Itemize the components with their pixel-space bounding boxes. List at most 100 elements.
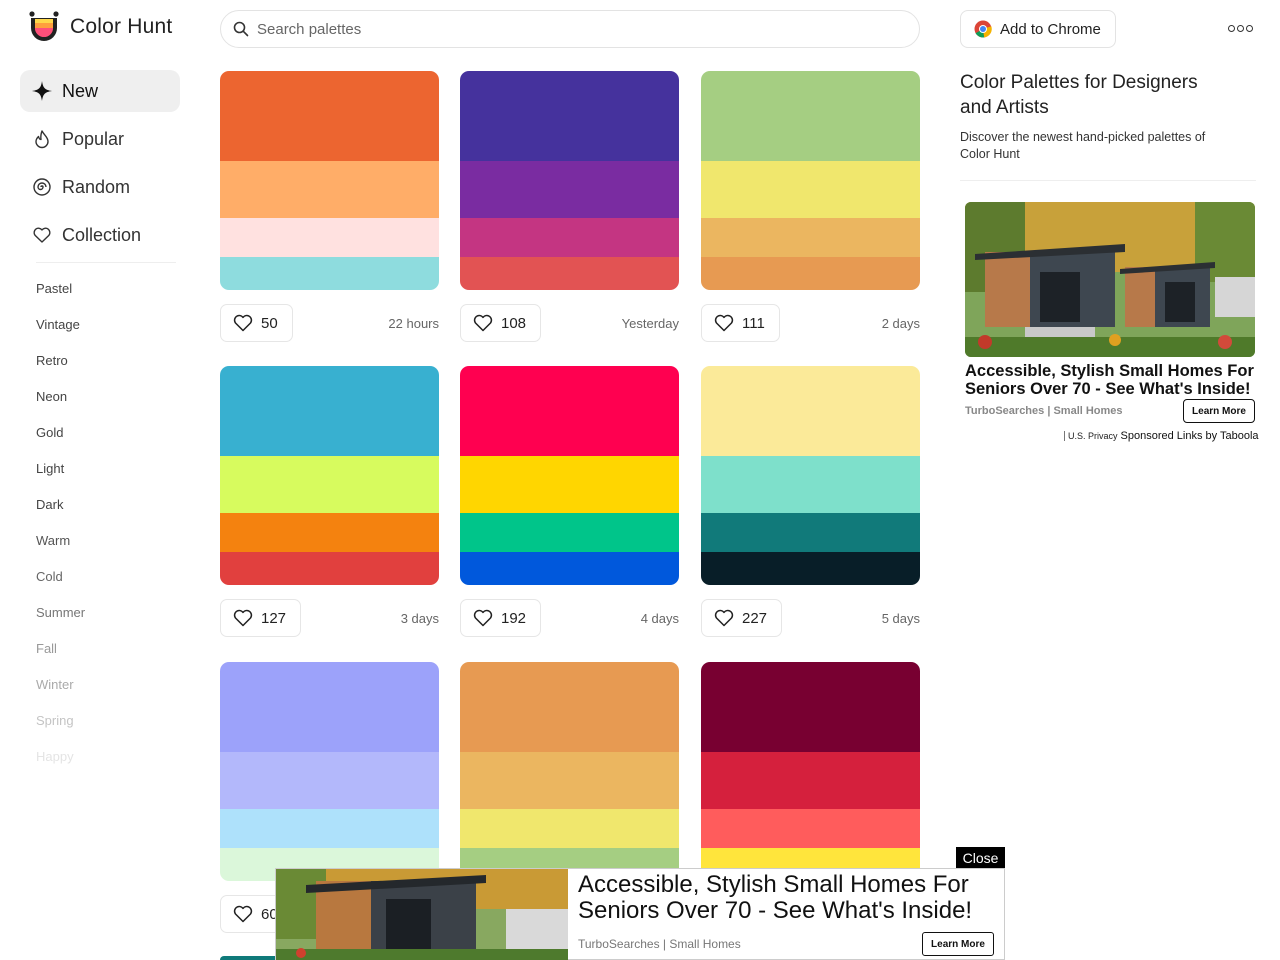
tag-gold[interactable]: Gold bbox=[36, 424, 156, 460]
sidebar-nav: New Popular Random Collection bbox=[20, 70, 180, 262]
nav-item-label: Popular bbox=[62, 128, 125, 149]
tag-vintage[interactable]: Vintage bbox=[36, 316, 156, 352]
color-band[interactable] bbox=[220, 218, 439, 257]
color-band[interactable] bbox=[220, 752, 439, 809]
nav-item-popular[interactable]: Popular bbox=[20, 118, 180, 160]
color-band[interactable] bbox=[701, 456, 920, 513]
sponsored-ad-card: Accessible, Stylish Small Homes For Seni… bbox=[965, 202, 1255, 423]
search-input[interactable] bbox=[257, 20, 877, 38]
tag-dark[interactable]: Dark bbox=[36, 496, 156, 532]
color-band[interactable] bbox=[460, 161, 679, 218]
sponsored-links-label[interactable]: Sponsored Links by Taboola bbox=[1121, 430, 1259, 442]
palette-swatch[interactable] bbox=[220, 662, 439, 881]
color-band[interactable] bbox=[460, 366, 679, 456]
nav-item-collection[interactable]: Collection bbox=[20, 214, 180, 256]
palette-card: 108 Yesterday bbox=[460, 71, 679, 342]
palette-swatch[interactable] bbox=[220, 71, 439, 290]
color-band[interactable] bbox=[220, 257, 439, 290]
sticky-ad-headline[interactable]: Accessible, Stylish Small Homes For Seni… bbox=[578, 872, 998, 924]
color-band[interactable] bbox=[701, 513, 920, 552]
nav-divider bbox=[36, 262, 176, 263]
color-band[interactable] bbox=[701, 257, 920, 290]
color-band[interactable] bbox=[701, 366, 920, 456]
color-band[interactable] bbox=[220, 161, 439, 218]
color-band[interactable] bbox=[220, 71, 439, 161]
ad-headline[interactable]: Accessible, Stylish Small Homes For Seni… bbox=[965, 362, 1255, 398]
like-count: 227 bbox=[742, 609, 768, 627]
nav-item-label: Random bbox=[62, 176, 131, 197]
like-button[interactable]: 108 bbox=[460, 304, 542, 342]
tag-light[interactable]: Light bbox=[36, 460, 156, 496]
color-band[interactable] bbox=[460, 456, 679, 513]
heart-icon bbox=[233, 314, 253, 332]
color-band[interactable] bbox=[701, 218, 920, 257]
nav-item-random[interactable]: Random bbox=[20, 166, 180, 208]
like-button[interactable]: 192 bbox=[460, 599, 542, 637]
us-privacy-link[interactable]: U.S. Privacy bbox=[1064, 431, 1118, 441]
like-count: 108 bbox=[501, 314, 527, 332]
tag-happy[interactable]: Happy bbox=[36, 748, 156, 784]
color-band[interactable] bbox=[460, 752, 679, 809]
tag-spring[interactable]: Spring bbox=[36, 712, 156, 748]
palette-swatch[interactable] bbox=[701, 366, 920, 585]
logo[interactable]: Color Hunt bbox=[28, 10, 172, 44]
color-band[interactable] bbox=[220, 809, 439, 848]
like-button[interactable]: 227 bbox=[701, 599, 783, 637]
sticky-learn-more-button[interactable]: Learn More bbox=[922, 932, 994, 956]
color-band[interactable] bbox=[701, 662, 920, 752]
heart-icon bbox=[233, 609, 253, 627]
color-band[interactable] bbox=[460, 662, 679, 752]
color-band[interactable] bbox=[220, 662, 439, 752]
color-band[interactable] bbox=[220, 552, 439, 585]
palette-swatch[interactable] bbox=[701, 71, 920, 290]
color-band[interactable] bbox=[460, 257, 679, 290]
palette-swatch[interactable] bbox=[701, 662, 920, 881]
tag-winter[interactable]: Winter bbox=[36, 676, 156, 712]
color-band[interactable] bbox=[460, 71, 679, 161]
tag-retro[interactable]: Retro bbox=[36, 352, 156, 388]
color-band[interactable] bbox=[460, 513, 679, 552]
tag-summer[interactable]: Summer bbox=[36, 604, 156, 640]
color-band[interactable] bbox=[701, 809, 920, 848]
heart-icon bbox=[233, 905, 253, 923]
color-band[interactable] bbox=[460, 552, 679, 585]
ad-footer: U.S. Privacy Sponsored Links by Taboola bbox=[1064, 430, 1259, 442]
palette-age: 5 days bbox=[881, 611, 920, 626]
palette-swatch[interactable] bbox=[220, 366, 439, 585]
color-band[interactable] bbox=[701, 161, 920, 218]
palette-card: 127 3 days bbox=[220, 366, 439, 637]
color-band[interactable] bbox=[460, 809, 679, 848]
tag-fall[interactable]: Fall bbox=[36, 640, 156, 676]
color-band[interactable] bbox=[701, 552, 920, 585]
color-band[interactable] bbox=[701, 71, 920, 161]
tag-pastel[interactable]: Pastel bbox=[36, 280, 156, 316]
palette-meta: 50 22 hours bbox=[220, 304, 439, 342]
tag-cold[interactable]: Cold bbox=[36, 568, 156, 604]
nav-item-new[interactable]: New bbox=[20, 70, 180, 112]
tag-warm[interactable]: Warm bbox=[36, 532, 156, 568]
sticky-ad-image[interactable] bbox=[276, 869, 568, 960]
learn-more-button[interactable]: Learn More bbox=[1183, 399, 1255, 423]
like-button[interactable]: 111 bbox=[701, 304, 780, 342]
palette-swatch[interactable] bbox=[460, 662, 679, 881]
like-button[interactable]: 127 bbox=[220, 599, 302, 637]
like-button[interactable]: 50 bbox=[220, 304, 293, 342]
palette-swatch[interactable] bbox=[460, 366, 679, 585]
color-band[interactable] bbox=[220, 366, 439, 456]
color-band[interactable] bbox=[460, 218, 679, 257]
ad-image[interactable] bbox=[965, 202, 1255, 357]
color-band[interactable] bbox=[220, 456, 439, 513]
flame-icon bbox=[35, 130, 49, 149]
color-band[interactable] bbox=[701, 752, 920, 809]
palette-age: 2 days bbox=[881, 316, 920, 331]
like-count: 111 bbox=[742, 314, 765, 332]
search-bar[interactable] bbox=[220, 10, 920, 48]
color-band[interactable] bbox=[220, 513, 439, 552]
like-count: 192 bbox=[501, 609, 527, 627]
tag-neon[interactable]: Neon bbox=[36, 388, 156, 424]
palette-swatch[interactable] bbox=[460, 71, 679, 290]
aside-subtitle: Discover the newest hand-picked palettes… bbox=[960, 130, 1206, 161]
add-to-chrome-button[interactable]: Add to Chrome bbox=[960, 10, 1116, 48]
close-ad-button[interactable]: Close bbox=[956, 847, 1005, 868]
more-options-button[interactable] bbox=[1228, 20, 1254, 36]
